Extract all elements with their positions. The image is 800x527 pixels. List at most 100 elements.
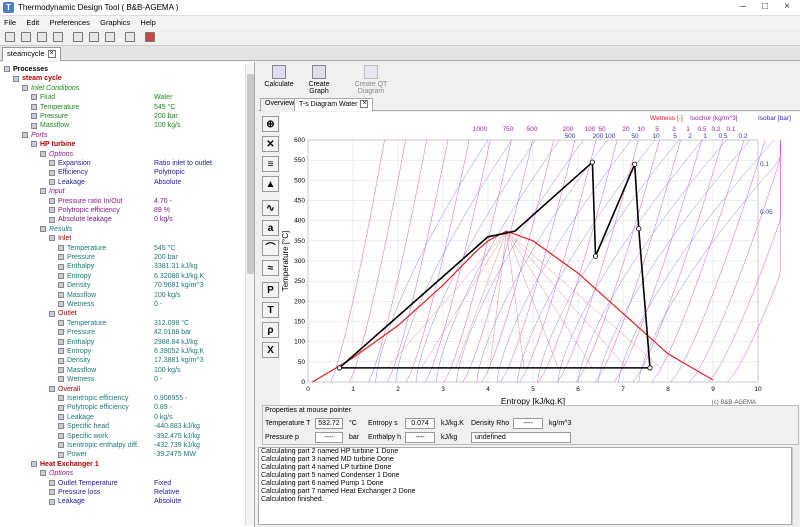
close-button[interactable]: × [776,1,798,14]
tree-node[interactable]: Heat Exchanger 1 [31,460,99,469]
tree-node[interactable]: Inlet [49,234,71,243]
calculate-button[interactable]: Calculate [264,65,294,88]
curves-icon[interactable]: ≈ [262,260,279,276]
ts-diagram[interactable]: 0 1 2 3 4 5 6 7 8 9 10 0 50 100 150 200 250 300 350 400 450 5… [280,112,800,407]
tree-property-row[interactable]: Pressure 42.0168 bar [58,328,191,337]
tree-property-row[interactable]: Wetness 0 - [58,300,162,309]
tree-property-row[interactable]: Efficiency Polytropic [49,168,185,177]
tree-node[interactable]: Options [40,150,73,159]
menu-help[interactable]: Help [136,16,159,29]
tree-property-row[interactable]: Pressure 200 bar [58,253,178,262]
y-tick-label: 0 [301,379,305,386]
tree-property-row[interactable]: Expansion Ratio inlet to outlet [49,159,212,168]
save-icon[interactable] [37,32,47,42]
close-tab-icon[interactable]: × [360,100,369,108]
zoom-icon[interactable]: ⊕ [262,116,279,132]
isotherm-t-button[interactable]: T [262,302,279,318]
property-icon [49,216,55,223]
tree-property-row[interactable]: Enthalpy 2988.84 kJ/kg [58,338,198,347]
export-icon[interactable] [73,32,83,42]
print-icon[interactable] [53,32,63,42]
tree-property-row[interactable]: Leakage 0 kg/s [58,413,173,422]
isobar-p-button[interactable]: P [262,282,279,298]
property-icon [58,366,64,373]
new-file-icon[interactable] [5,32,15,42]
layer-icon[interactable]: ≡ [262,156,279,172]
tree-node[interactable]: Processes [4,65,48,74]
create-graph-button[interactable]: Create Graph [298,65,340,95]
tree-property-row[interactable]: Temperature 545 °C [31,103,175,112]
tree-property-row[interactable]: Isentropic enthalpy diff. -432.739 kJ/kg [58,441,200,450]
tree-property-row[interactable]: Massflow 100 kg/s [58,291,180,300]
copy-icon[interactable] [105,32,115,42]
tree-property-row[interactable]: Entropy 6.32086 kJ/kg.K [58,272,204,281]
tree-property-row[interactable]: Wetness 0 - [58,375,162,384]
tree-property-row[interactable]: Pressure ratio In/Out 4.76 - [49,197,172,206]
tree-node[interactable]: Outlet [49,309,77,318]
title-bar: T Thermodynamic Design Tool ( B&B-AGEMA … [0,0,800,16]
reset-icon[interactable]: ✕ [262,136,279,152]
folder-icon [49,310,55,317]
tree-property-row[interactable]: Temperature 312.098 °C [58,319,189,328]
tree-property-row[interactable]: Fluid Water [31,93,172,102]
tab-steamcycle[interactable]: steamcycle × [2,47,61,61]
tree-property-row[interactable]: Leakage Absolute [49,178,181,187]
import-icon[interactable] [89,32,99,42]
mountain-icon[interactable]: ▲ [262,176,279,192]
stop-icon[interactable] [145,32,155,42]
tree-property-row[interactable]: Temperature 545 °C [58,244,175,253]
tree-property-row[interactable]: Isentropic efficiency 0.906955 - [58,394,187,403]
tab-ts-label: T-s Diagram Water [299,100,358,108]
maximize-button[interactable]: □ [754,1,776,14]
property-icon [58,348,64,355]
curve-icon[interactable]: ⌒ [262,240,279,256]
tree-property-row[interactable]: Specific head -440.883 kJ/kg [58,422,200,431]
delete-icon[interactable] [125,32,135,42]
minimize-button[interactable]: – [732,1,754,14]
tree-value: 0 kg/s [154,216,173,224]
menu-file[interactable]: File [0,16,20,29]
tree-node[interactable]: steam cycle [13,74,62,83]
isochor-rho-button[interactable]: ρ [262,322,279,338]
tree-node[interactable]: Ports [22,131,47,140]
tree-property-row[interactable]: Density 17.3881 kg/m^3 [58,356,204,365]
wetness-x-button[interactable]: X [262,342,279,358]
line-chart-icon[interactable]: ∿ [262,200,279,216]
tree-node[interactable]: Overall [49,385,80,394]
tree-value: Ratio inlet to outlet [154,160,212,167]
tree-property-row[interactable]: Density 70.9681 kg/m^3 [58,281,204,290]
tree-property-row[interactable]: Massflow 100 kg/s [58,366,180,375]
scrollbar-thumb[interactable] [247,74,254,274]
tree-property-row[interactable]: Pressure loss Relative [49,488,179,497]
tree-property-row[interactable]: Massflow 100 kg/s [31,121,180,130]
density-unit: kg/m^3 [549,420,572,427]
tree-property-row[interactable]: Absolute leakage 0 kg/s [49,215,173,224]
open-folder-icon[interactable] [21,32,31,42]
tree-property-row[interactable]: Polytropic efficiency 89 % [49,206,170,215]
menu-graphics[interactable]: Graphics [96,16,134,29]
tab-ts-diagram[interactable]: T-s Diagram Water × [294,98,374,111]
menu-edit[interactable]: Edit [22,16,43,29]
property-icon [58,413,64,420]
tree-node[interactable]: Input [40,187,65,196]
tree-property-row[interactable]: Entropy 6.39052 kJ/kg.K [58,347,204,356]
tree-property-row[interactable]: Power -39.2475 MW [58,450,196,459]
property-icon [58,376,64,383]
tree-property-row[interactable]: Pressure 200 bar [31,112,178,121]
tree-node[interactable]: Results [40,225,72,234]
tree-property-row[interactable]: Enthalpy 3381.31 kJ/kg [58,262,198,271]
tree-property-row[interactable]: Outlet Temperature Fixed [49,479,171,488]
tree-node[interactable]: HP turbine [31,140,75,149]
tree-property-row[interactable]: Specific work -392.475 kJ/kg [58,432,200,441]
text-a-icon[interactable]: a [262,220,279,236]
tree-node[interactable]: Inlet Conditions [22,84,79,93]
tree-label: Density [67,357,91,365]
log-scrollbar[interactable] [792,447,800,525]
tree-property-row[interactable]: Leakage Absolute [49,497,181,506]
create-qt-diagram-button[interactable]: Create QT Diagram [342,65,400,95]
tree-node[interactable]: Options [40,469,73,478]
tree-scrollbar[interactable] [245,64,254,525]
menu-preferences[interactable]: Preferences [46,16,94,29]
tree-property-row[interactable]: Polytropic efficiency 0.89 - [58,403,172,412]
close-tab-icon[interactable]: × [47,50,56,59]
